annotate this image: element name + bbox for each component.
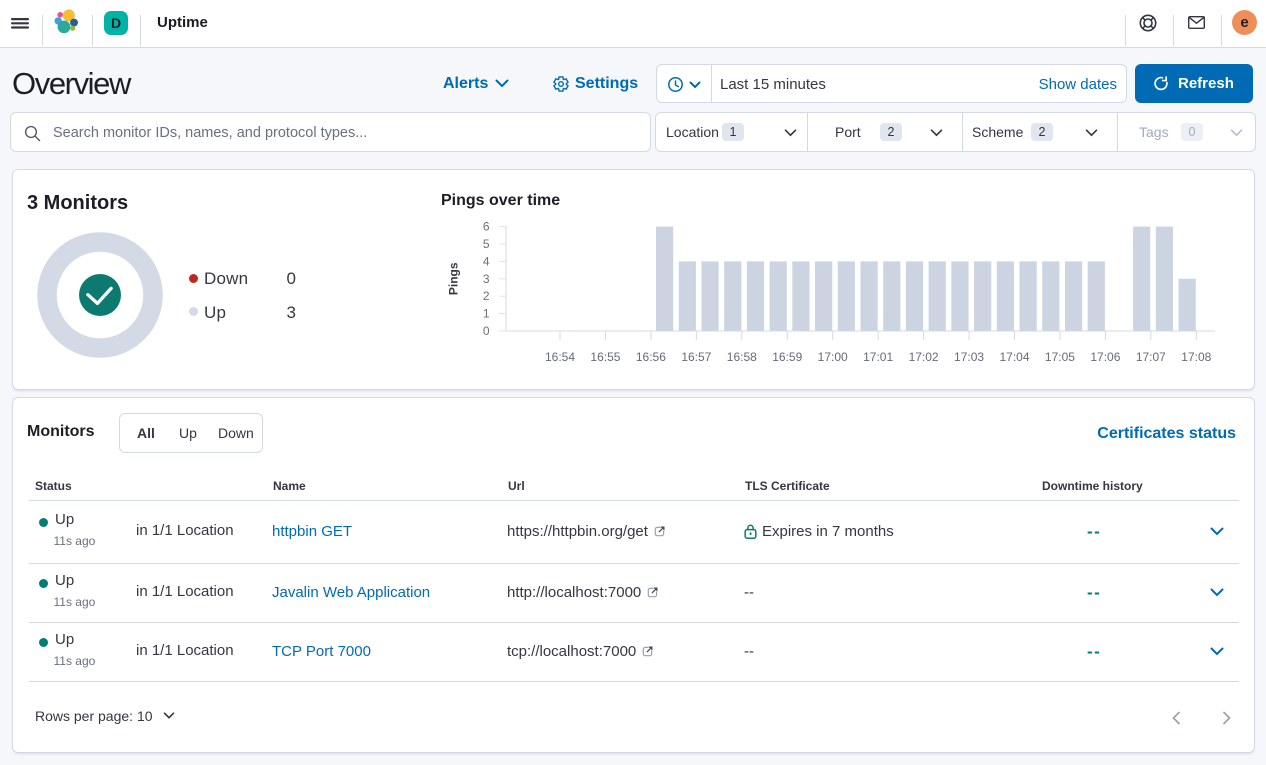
svg-text:16:56: 16:56 <box>636 350 666 364</box>
svg-text:17:04: 17:04 <box>999 350 1029 364</box>
svg-text:17:02: 17:02 <box>909 350 939 364</box>
svg-text:2: 2 <box>483 289 490 303</box>
svg-text:16:55: 16:55 <box>590 350 620 364</box>
svg-text:17:07: 17:07 <box>1136 350 1166 364</box>
svg-text:17:05: 17:05 <box>1045 350 1075 364</box>
svg-text:3: 3 <box>483 272 490 286</box>
svg-text:Pings over time: Pings over time <box>441 192 560 209</box>
svg-text:17:03: 17:03 <box>954 350 984 364</box>
svg-text:1: 1 <box>483 307 490 321</box>
svg-text:16:57: 16:57 <box>681 350 711 364</box>
svg-text:4: 4 <box>483 254 490 268</box>
svg-text:16:54: 16:54 <box>545 350 575 364</box>
svg-text:16:59: 16:59 <box>772 350 802 364</box>
svg-text:17:08: 17:08 <box>1181 350 1211 364</box>
svg-text:6: 6 <box>483 220 490 234</box>
svg-text:17:00: 17:00 <box>818 350 848 364</box>
svg-text:0: 0 <box>483 324 490 338</box>
svg-text:5: 5 <box>483 237 490 251</box>
svg-text:Pings: Pings <box>447 262 461 295</box>
svg-text:16:58: 16:58 <box>727 350 757 364</box>
svg-text:17:06: 17:06 <box>1090 350 1120 364</box>
svg-text:17:01: 17:01 <box>863 350 893 364</box>
